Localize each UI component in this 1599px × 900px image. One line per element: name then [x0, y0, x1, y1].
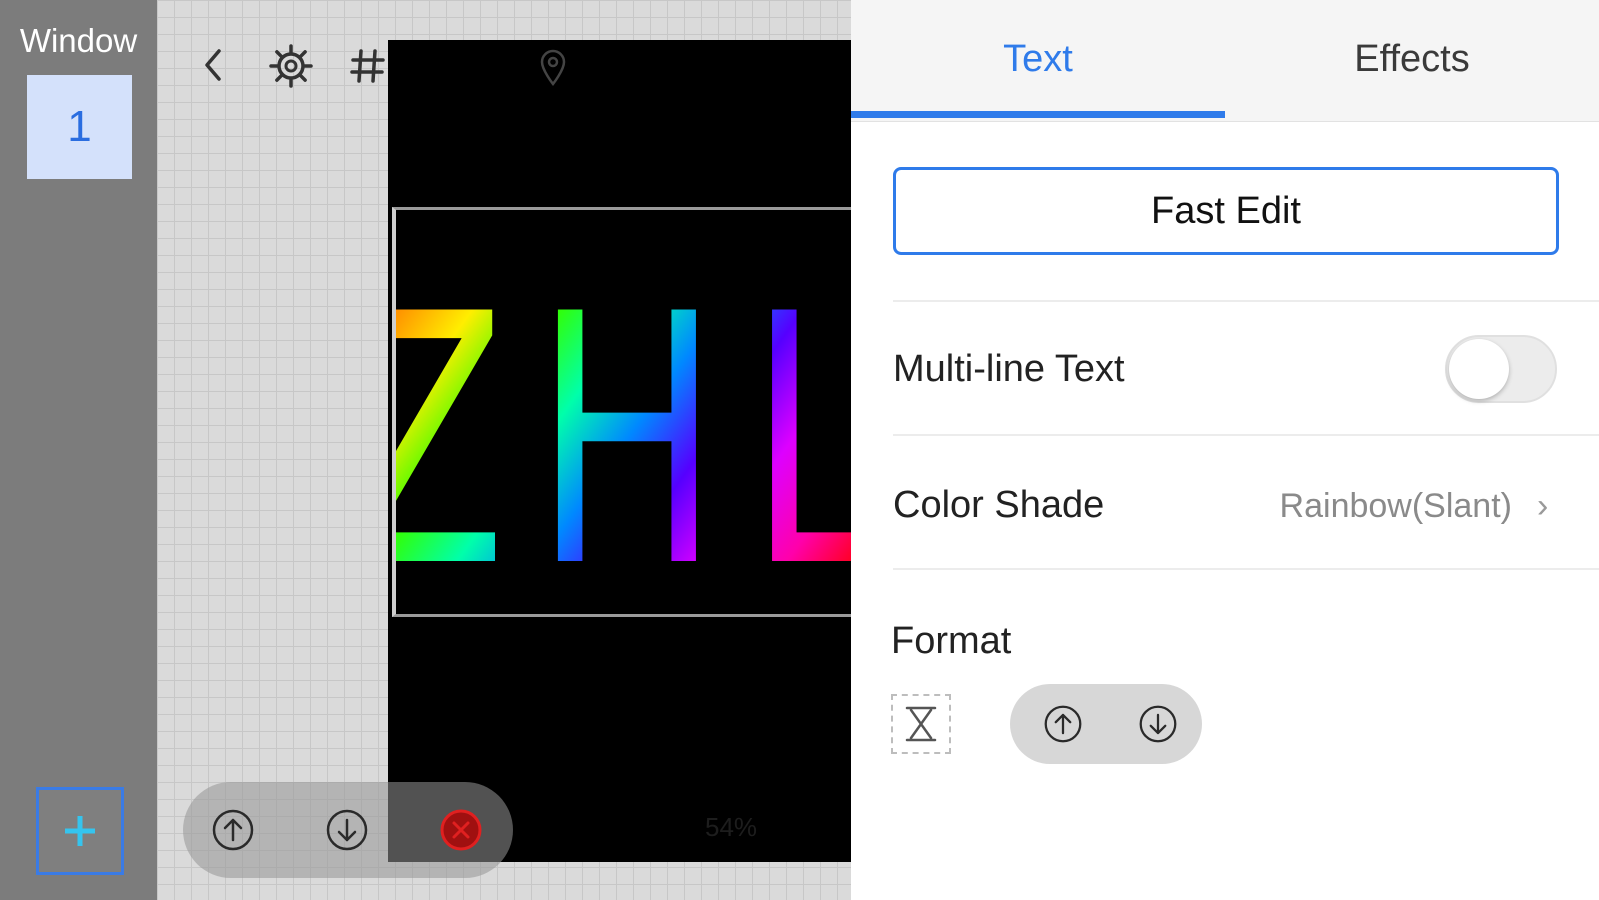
- properties-panel: Text Effects Fast Edit Multi-line Text C…: [851, 0, 1599, 900]
- location-pin-icon: [540, 49, 566, 87]
- format-move-up-button[interactable]: [1039, 700, 1087, 748]
- zoom-label: 54%: [705, 812, 758, 842]
- rainbow-display-text: ZHL: [396, 270, 851, 614]
- tab-bar: Text Effects: [851, 0, 1599, 122]
- delete-layer-button[interactable]: [437, 806, 485, 854]
- chevron-left-icon: [205, 49, 221, 81]
- move-up-icon: [212, 809, 254, 851]
- multiline-label: Multi-line Text: [893, 348, 1125, 390]
- grid-icon: [350, 49, 385, 83]
- window-title: Window: [19, 22, 138, 59]
- add-window-button[interactable]: [36, 787, 124, 875]
- text-height-button[interactable]: [891, 694, 951, 754]
- move-up-button[interactable]: [209, 806, 257, 854]
- window-tile-1[interactable]: 1: [27, 75, 132, 179]
- fast-edit-button[interactable]: Fast Edit: [893, 167, 1559, 255]
- move-down-icon: [1139, 705, 1177, 743]
- text-layer-box[interactable]: ZHL: [392, 207, 851, 617]
- divider: [893, 434, 1599, 436]
- divider: [893, 300, 1599, 302]
- toggle-knob: [1449, 339, 1509, 399]
- active-tab-indicator: [851, 111, 1225, 118]
- format-move-down-button[interactable]: [1134, 700, 1182, 748]
- tab-effects[interactable]: Effects: [1225, 0, 1599, 118]
- settings-button[interactable]: [265, 40, 317, 92]
- format-label: Format: [891, 620, 1012, 662]
- chevron-right-icon[interactable]: ›: [1537, 487, 1548, 526]
- tab-text[interactable]: Text: [851, 0, 1225, 118]
- location-button[interactable]: [535, 46, 571, 90]
- move-up-icon: [1044, 705, 1082, 743]
- color-shade-value[interactable]: Rainbow(Slant): [1280, 487, 1512, 526]
- led-screen-preview[interactable]: ZHL: [388, 40, 851, 862]
- delete-icon: [440, 809, 482, 851]
- grid-button[interactable]: [347, 42, 387, 90]
- divider: [893, 568, 1599, 570]
- text-height-icon: [905, 706, 937, 742]
- multiline-toggle[interactable]: [1445, 335, 1557, 403]
- canvas-area: ZHL 54%: [157, 0, 851, 900]
- back-button[interactable]: [193, 40, 233, 90]
- plus-icon: [65, 816, 95, 846]
- window-sidebar: Window 1: [0, 0, 157, 900]
- gear-icon: [269, 44, 313, 88]
- move-down-button[interactable]: [323, 806, 371, 854]
- color-shade-label: Color Shade: [893, 484, 1105, 526]
- move-down-icon: [326, 809, 368, 851]
